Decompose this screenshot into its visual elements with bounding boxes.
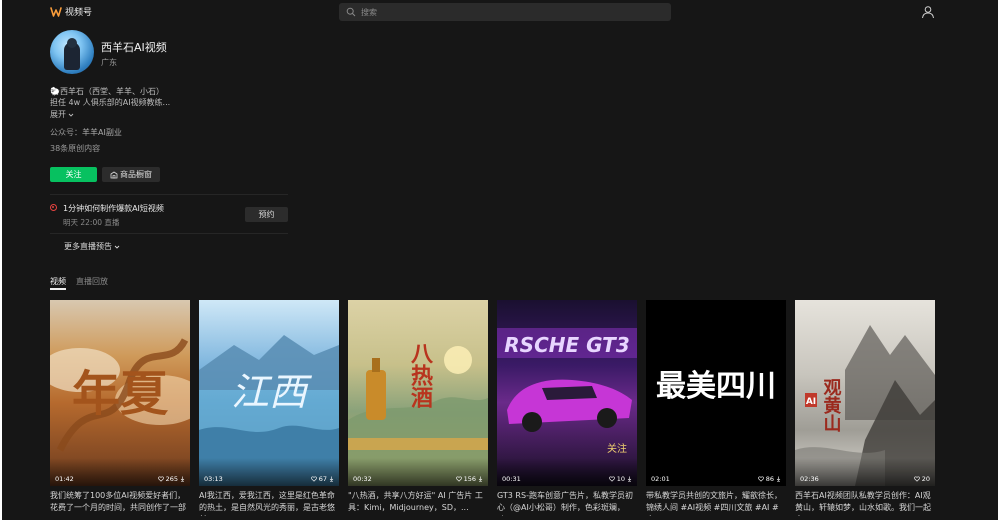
original-count: 38条原创内容 (50, 144, 101, 153)
heart-icon (157, 476, 164, 482)
video-caption[interactable]: 西羊石AI视频团队私教学员创作：AI观黄山，轩辕如梦，山水如歌。我们一起走... (795, 490, 935, 516)
video-likes: 67 (310, 475, 334, 483)
video-thumbnail[interactable]: 最美四川 02:01 86 (646, 300, 786, 486)
top-bar: 视频号 (2, 0, 998, 24)
thumbnail-title: 观黄山 (821, 378, 842, 433)
more-live-label: 更多直播预告 (64, 242, 112, 251)
app-logo[interactable]: 视频号 (50, 5, 92, 18)
screenshot-frame: 视频号 西羊石AI视频 广东 🐑西羊石（西堂、羊羊、小石） 担任 4w 人俱乐部… (0, 0, 1000, 520)
avatar[interactable] (50, 30, 94, 74)
likes-count: 10 (616, 475, 625, 483)
divider (50, 233, 288, 234)
account-region: 广东 (101, 58, 117, 67)
heart-icon (913, 476, 920, 482)
thumbnail-badge: AI (806, 397, 816, 407)
expand-bio-link[interactable]: 展开 (50, 109, 74, 120)
account-bio: 🐑西羊石（西堂、羊羊、小石） 担任 4w 人俱乐部的AI视频教练... (50, 86, 290, 108)
video-card[interactable]: 最美四川 02:01 86 带私教学员共创的文旅片，耀歆徐长，锦绣人间 #AI视… (646, 300, 786, 520)
video-duration: 02:01 (651, 475, 670, 483)
video-likes: 20 (913, 475, 930, 483)
share-icon (627, 476, 632, 482)
share-icon (329, 476, 334, 482)
video-caption[interactable]: GT3 RS-跑车创意广告片，私教学员初心（@AI小松哥）制作，色彩斑斓，动..… (497, 490, 637, 516)
search-input[interactable] (361, 7, 651, 17)
video-card[interactable]: 八热酒 00:32 156 "八热酒，共享八方好运" AI 广告片 工具：Kim… (348, 300, 488, 520)
shop-icon (110, 171, 118, 178)
likes-count: 20 (921, 475, 930, 483)
thumbnail-corner-text: 关注 (607, 442, 627, 455)
video-duration: 00:31 (502, 475, 521, 483)
shop-window-button[interactable]: 商品橱窗 (102, 167, 160, 182)
app-title: 视频号 (65, 8, 93, 18)
video-thumbnail[interactable]: RSCHE GT3 关注 00:31 10 (497, 300, 637, 486)
thumbnail-title: RSCHE GT3 (504, 333, 629, 357)
video-thumbnail[interactable]: AI 观黄山 02:36 20 (795, 300, 935, 486)
tab-videos[interactable]: 视频 (50, 276, 66, 290)
divider (50, 194, 288, 195)
live-title[interactable]: 1分钟如何制作爆款AI短视频 (63, 203, 164, 214)
search-bar[interactable] (339, 3, 671, 21)
bio-line: 担任 4w 人俱乐部的AI视频教练... (50, 98, 171, 107)
follow-button[interactable]: 关注 (50, 167, 97, 182)
live-indicator-icon (50, 204, 57, 211)
video-card[interactable]: AI 观黄山 02:36 20 西羊石AI视频团队私教学员创作：AI观黄山，轩辕… (795, 300, 935, 520)
video-card[interactable]: 年夏 01:42 265 我们统筹了100多位AI视频爱好者们，花费了一个月的时… (50, 300, 190, 520)
video-card[interactable]: RSCHE GT3 关注 00:31 10 GT3 RS-跑车创意广告片，私教学… (497, 300, 637, 520)
thumbnail-title: 最美四川 (656, 369, 776, 404)
expand-label: 展开 (50, 110, 66, 119)
video-likes: 156 (455, 475, 483, 483)
video-caption[interactable]: AI我江西，爱我江西，这里是红色革命的热土，是自然风光的秀丽，是古老悠长... (199, 490, 339, 516)
search-icon (346, 7, 356, 17)
video-likes: 265 (157, 475, 185, 483)
more-live-link[interactable]: 更多直播预告 (64, 241, 120, 252)
video-caption[interactable]: 带私教学员共创的文旅片，耀歆徐长，锦绣人间 #AI视频 #四川文旅 #AI #广… (646, 490, 786, 516)
video-caption[interactable]: 我们统筹了100多位AI视频爱好者们，花费了一个月的时间，共同创作了一部AI..… (50, 490, 190, 516)
avatar-head (67, 38, 77, 48)
app-window: 视频号 西羊石AI视频 广东 🐑西羊石（西堂、羊羊、小石） 担任 4w 人俱乐部… (2, 0, 998, 520)
thumbnail-title: 八热酒 (407, 342, 433, 408)
live-time: 明天 22:00 直播 (63, 218, 120, 227)
video-thumbnail[interactable]: 八热酒 00:32 156 (348, 300, 488, 486)
video-likes: 10 (608, 475, 632, 483)
share-icon (180, 476, 185, 482)
likes-count: 86 (765, 475, 774, 483)
thumbnail-title: 年夏 (72, 366, 169, 422)
user-icon[interactable] (921, 5, 935, 19)
video-thumbnail[interactable]: 年夏 01:42 265 (50, 300, 190, 486)
channels-logo-icon (50, 6, 62, 17)
official-account-name: 羊羊AI副业 (82, 128, 122, 137)
thumbnail-title: 江西 (231, 370, 313, 414)
bio-line: 🐑西羊石（西堂、羊羊、小石） (50, 87, 164, 96)
official-account-row[interactable]: 公众号：羊羊AI副业 (50, 127, 122, 138)
video-duration: 03:13 (204, 475, 223, 483)
account-name: 西羊石AI视频 (101, 41, 167, 54)
heart-icon (757, 476, 764, 482)
likes-count: 156 (463, 475, 476, 483)
shop-label: 商品橱窗 (120, 170, 152, 179)
likes-count: 67 (318, 475, 327, 483)
reserve-button[interactable]: 预约 (245, 207, 288, 222)
video-duration: 00:32 (353, 475, 372, 483)
chevron-down-icon (114, 245, 120, 249)
likes-count: 265 (165, 475, 178, 483)
chevron-down-icon (68, 113, 74, 117)
video-thumbnail[interactable]: 江西 03:13 67 (199, 300, 339, 486)
heart-icon (455, 476, 462, 482)
share-icon (776, 476, 781, 482)
heart-icon (310, 476, 317, 482)
share-icon (478, 476, 483, 482)
video-card[interactable]: 江西 03:13 67 AI我江西，爱我江西，这里是红色革命的热土，是自然风光的… (199, 300, 339, 520)
video-caption[interactable]: "八热酒，共享八方好运" AI 广告片 工具：Kimi，Midjourney，S… (348, 490, 488, 516)
heart-icon (608, 476, 615, 482)
official-account-label: 公众号： (50, 128, 82, 137)
tab-live-replay[interactable]: 直播回放 (76, 276, 108, 287)
video-likes: 86 (757, 475, 781, 483)
video-duration: 02:36 (800, 475, 819, 483)
video-duration: 01:42 (55, 475, 74, 483)
